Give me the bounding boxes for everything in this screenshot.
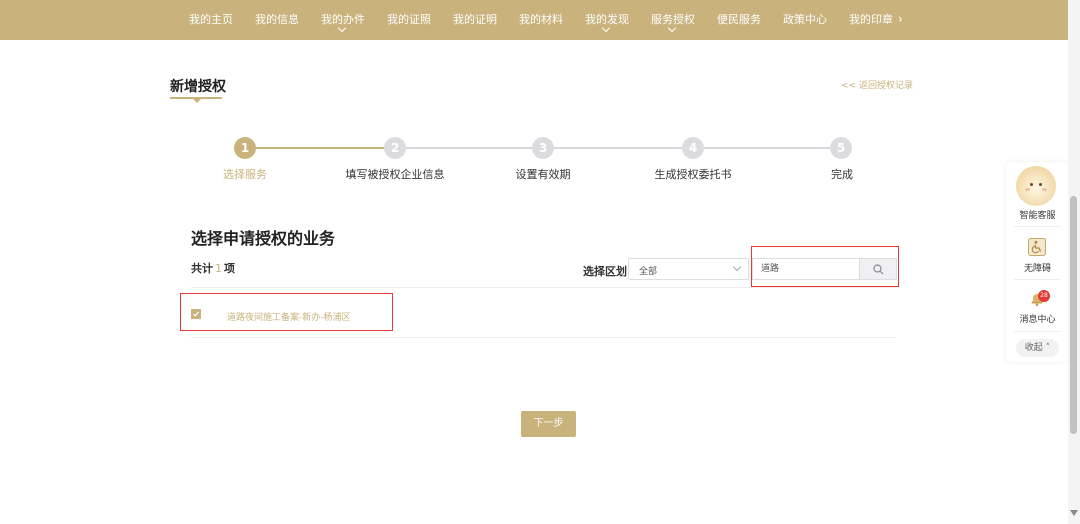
step-connector [406, 147, 532, 149]
district-select[interactable]: 全部 [628, 258, 749, 280]
cheek [1025, 188, 1030, 191]
nav-item-convenience-services[interactable]: 便民服务 [717, 11, 761, 27]
list-divider-bottom [191, 337, 896, 338]
nav-item-my-materials[interactable]: 我的材料 [519, 11, 563, 27]
side-divider [1014, 279, 1061, 280]
page-title: 新增授权 [170, 79, 226, 95]
step-1-label: 选择服务 [223, 168, 267, 181]
list-item-label[interactable]: 道路夜间施工备案-新办-杨浦区 [227, 310, 351, 323]
step-5-circle: 5 [830, 137, 852, 159]
step-5-label: 完成 [831, 168, 853, 181]
search-input[interactable]: 道路 [752, 258, 860, 280]
search-button[interactable] [859, 258, 897, 280]
nav-item-my-info[interactable]: 我的信息 [255, 11, 299, 27]
step-3-label: 设置有效期 [515, 168, 571, 181]
count-suffix: 项 [224, 262, 235, 275]
district-select-value: 全部 [639, 267, 658, 277]
count-number: 1 [215, 262, 222, 275]
back-to-records-link[interactable]: << 返回授权记录 [841, 78, 913, 91]
step-1-circle: 1 [234, 137, 256, 159]
search-icon [873, 264, 884, 275]
section-title: 选择申请授权的业务 [191, 229, 336, 248]
check-icon [193, 311, 199, 317]
collapse-label: 收起 [1024, 343, 1043, 353]
collapse-button[interactable]: 收起 ˄ [1016, 339, 1059, 357]
step-4-label: 生成授权委托书 [654, 168, 732, 181]
accessibility-icon[interactable] [1028, 238, 1046, 256]
chevron-down-icon [732, 262, 742, 272]
scrollbar-thumb[interactable] [1070, 196, 1077, 434]
accessibility-label[interactable]: 无障碍 [1006, 261, 1069, 274]
step-connector [704, 147, 830, 149]
title-underline-pointer [193, 99, 201, 103]
nav-item-my-certificates[interactable]: 我的证明 [453, 11, 497, 27]
eye [1030, 183, 1033, 186]
result-count: 共计 1 项 [191, 260, 235, 276]
count-prefix: 共计 [191, 262, 213, 275]
side-divider [1014, 226, 1061, 227]
assistant-label[interactable]: 智能客服 [1006, 208, 1069, 221]
step-4-circle: 4 [682, 137, 704, 159]
nav-item-home[interactable]: 我的主页 [189, 11, 233, 27]
cheek [1042, 188, 1047, 191]
side-divider [1014, 331, 1061, 332]
chevron-up-icon: ˄ [1042, 343, 1051, 353]
nav-item-my-licenses[interactable]: 我的证照 [387, 11, 431, 27]
top-navigation: 我的主页 我的信息 我的办件 我的证照 我的证明 我的材料 我的发现 服务授权 … [0, 0, 1080, 40]
next-step-button[interactable]: 下一步 [521, 411, 576, 437]
eye [1039, 183, 1042, 186]
step-connector [256, 147, 384, 149]
list-divider-top [191, 287, 896, 288]
step-2-circle: 2 [384, 137, 406, 159]
item-checkbox[interactable] [191, 309, 201, 319]
district-label: 选择区划 [583, 265, 627, 278]
nav-item-my-seals[interactable]: 我的印章 [849, 11, 893, 27]
scroll-down-arrow-icon[interactable] [1070, 510, 1078, 516]
assistant-avatar-icon[interactable] [1016, 166, 1056, 206]
step-2-label: 填写被授权企业信息 [345, 168, 445, 181]
messages-label[interactable]: 消息中心 [1006, 312, 1069, 325]
step-3-circle: 3 [532, 137, 554, 159]
chevron-right-icon[interactable]: › [898, 12, 903, 26]
messages-badge: 28 [1038, 290, 1050, 302]
step-connector [554, 147, 682, 149]
nav-item-policy-center[interactable]: 政策中心 [783, 11, 827, 27]
